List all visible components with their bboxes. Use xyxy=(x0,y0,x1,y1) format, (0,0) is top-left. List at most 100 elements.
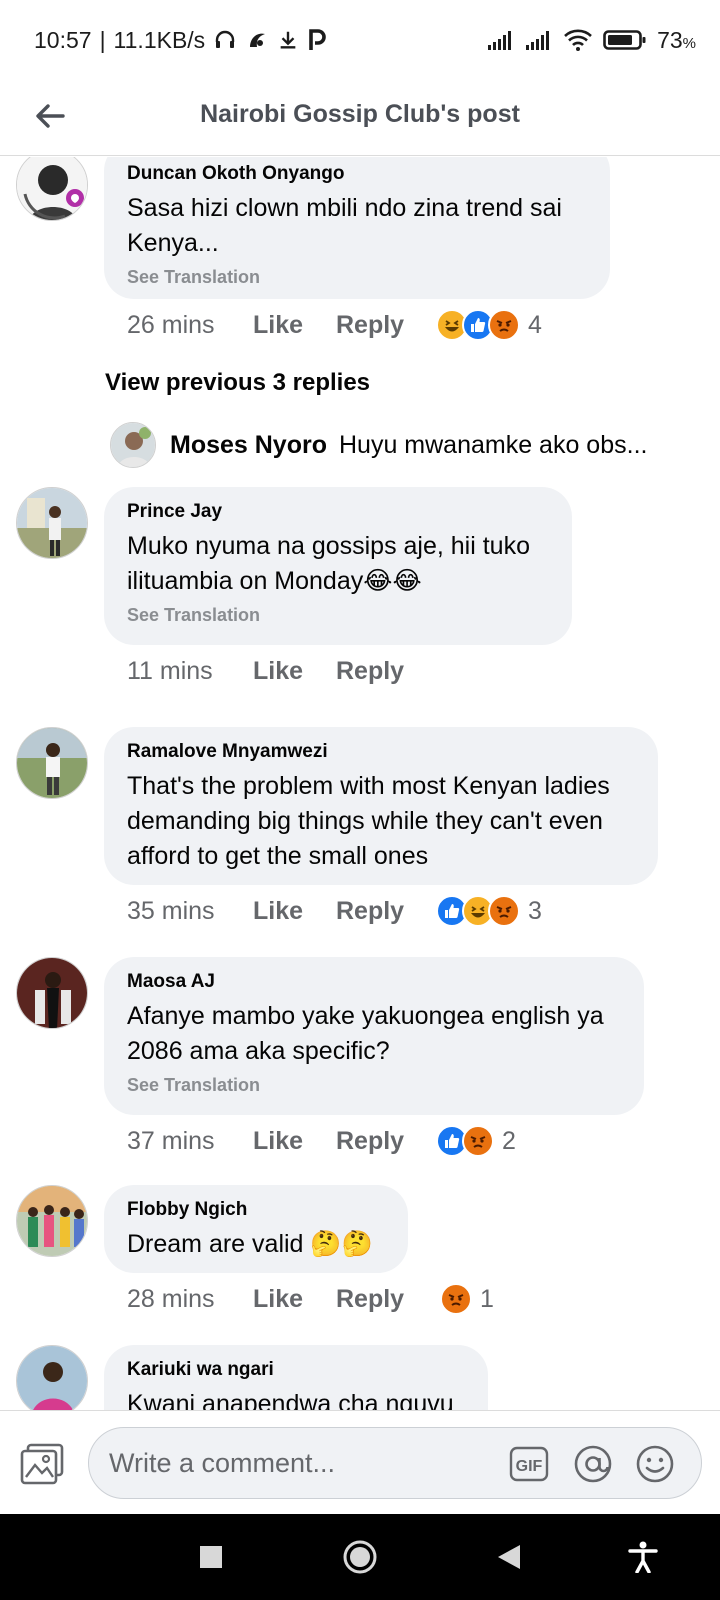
like-button[interactable]: Like xyxy=(253,1127,336,1156)
comment-time: 11 mins xyxy=(127,657,213,685)
angry-reaction-icon xyxy=(488,309,520,341)
reply-button[interactable]: Reply xyxy=(336,657,426,686)
status-time: 10:57 xyxy=(34,26,92,53)
comment-text: Kwani anapendwa cha nguvu xyxy=(127,1390,454,1410)
battery-icon xyxy=(603,29,647,51)
avatar[interactable] xyxy=(110,422,156,468)
comment-text: Sasa hizi clown mbili ndo zina trend sai… xyxy=(127,194,562,257)
comment-time: 28 mins xyxy=(127,1284,215,1313)
avatar[interactable] xyxy=(16,957,88,1029)
comment-author[interactable]: Kariuki wa ngari xyxy=(127,1359,466,1381)
photo-icon xyxy=(20,1443,64,1485)
comment-bubble[interactable]: Ramalove Mnyamwezi That's the problem wi… xyxy=(104,727,658,885)
angry-reaction-icon xyxy=(462,1125,494,1157)
back-nav-button[interactable] xyxy=(484,1532,534,1582)
wifi-icon xyxy=(563,28,593,52)
headphones-icon xyxy=(213,28,237,52)
smiley-icon xyxy=(636,1445,674,1483)
comments-list[interactable]: Duncan Okoth Onyango Sasa hizi clown mbi… xyxy=(0,157,720,1410)
download-icon xyxy=(277,29,299,51)
view-previous-replies-link[interactable]: View previous 3 replies xyxy=(105,369,370,397)
reactions-summary[interactable] xyxy=(436,1125,494,1157)
like-button[interactable]: Like xyxy=(253,311,336,340)
comment-meta: 28 mins Like Reply 1 xyxy=(127,1283,494,1315)
post-header: Nairobi Gossip Club's post xyxy=(0,80,720,156)
avatar[interactable] xyxy=(16,157,88,221)
avatar[interactable] xyxy=(16,727,88,799)
avatar[interactable] xyxy=(16,487,88,559)
square-icon xyxy=(200,1546,222,1568)
comment-text: Afanye mambo yake yakuongea english ya 2… xyxy=(127,1002,604,1065)
comment-bubble[interactable]: Kariuki wa ngari Kwani anapendwa cha ngu… xyxy=(104,1345,488,1410)
status-speed: 11.1KB/s xyxy=(113,26,206,53)
accessibility-icon xyxy=(628,1541,658,1573)
comment-meta: 35 mins Like Reply 3 xyxy=(127,895,542,927)
battery-level: 73% xyxy=(657,26,696,53)
comment-box: GIF xyxy=(88,1427,702,1499)
angry-reaction-icon xyxy=(488,895,520,927)
home-button[interactable] xyxy=(335,1532,385,1582)
reply-preview[interactable]: Moses Nyoro Huyu mwanamke ako obs... xyxy=(110,422,710,468)
angry-reaction-icon xyxy=(440,1283,472,1315)
reaction-count[interactable]: 2 xyxy=(502,1127,516,1156)
gif-button[interactable]: GIF xyxy=(509,1444,549,1484)
comment-text: Muko nyuma na gossips aje, hii tuko ilit… xyxy=(127,532,530,595)
comment-time: 26 mins xyxy=(127,310,215,339)
comment-author[interactable]: Maosa AJ xyxy=(127,971,622,993)
comment-meta: 11 mins Like Reply xyxy=(127,657,426,686)
comment-bubble[interactable]: Prince Jay Muko nyuma na gossips aje, hi… xyxy=(104,487,572,645)
reply-button[interactable]: Reply xyxy=(336,1127,426,1156)
avatar[interactable] xyxy=(16,1185,88,1257)
signal-icon xyxy=(487,29,515,51)
comment-author[interactable]: Ramalove Mnyamwezi xyxy=(127,741,636,763)
status-right: 73% xyxy=(487,27,696,54)
comment-time: 37 mins xyxy=(127,1126,215,1155)
mention-button[interactable] xyxy=(573,1444,613,1484)
home-circle-icon xyxy=(343,1540,377,1574)
reactions-summary[interactable] xyxy=(436,895,520,927)
comment-bubble[interactable]: Maosa AJ Afanye mambo yake yakuongea eng… xyxy=(104,957,644,1115)
reactions-summary[interactable] xyxy=(436,309,520,341)
reaction-count[interactable]: 4 xyxy=(528,311,542,340)
comment-time: 35 mins xyxy=(127,896,215,925)
music-app-icon xyxy=(245,28,269,52)
emoji-button[interactable] xyxy=(635,1444,675,1484)
status-bar: 10:57 | 11.1KB/s 73% xyxy=(0,0,720,80)
comment-bubble[interactable]: Duncan Okoth Onyango Sasa hizi clown mbi… xyxy=(104,157,610,299)
see-translation-link[interactable]: See Translation xyxy=(127,605,550,626)
triangle-back-icon xyxy=(498,1545,520,1569)
status-left: 10:57 | 11.1KB/s xyxy=(34,27,327,54)
comment-author[interactable]: Flobby Ngich xyxy=(127,1199,386,1221)
see-translation-link[interactable]: See Translation xyxy=(127,267,588,288)
gif-icon: GIF xyxy=(509,1446,549,1482)
see-translation-link[interactable]: See Translation xyxy=(127,1075,622,1096)
comment-author[interactable]: Duncan Okoth Onyango xyxy=(127,163,588,185)
parking-app-icon xyxy=(307,29,327,51)
reply-text: Huyu mwanamke ako obs... xyxy=(338,430,648,459)
reaction-count[interactable]: 1 xyxy=(480,1285,494,1314)
like-button[interactable]: Like xyxy=(253,657,336,686)
reactions-summary[interactable] xyxy=(440,1283,472,1315)
reply-author[interactable]: Moses Nyoro xyxy=(170,431,327,460)
comment-composer: GIF xyxy=(0,1410,720,1514)
like-button[interactable]: Like xyxy=(253,897,336,926)
page-title: Nairobi Gossip Club's post xyxy=(200,100,520,128)
photo-button[interactable] xyxy=(20,1443,64,1485)
like-button[interactable]: Like xyxy=(253,1285,336,1314)
accessibility-button[interactable] xyxy=(618,1532,668,1582)
reaction-count[interactable]: 3 xyxy=(528,897,542,926)
comment-bubble[interactable]: Flobby Ngich Dream are valid 🤔🤔 xyxy=(104,1185,408,1273)
reply-button[interactable]: Reply xyxy=(336,897,426,926)
comment-author[interactable]: Prince Jay xyxy=(127,501,550,523)
status-separator: | xyxy=(99,26,106,53)
comment-text: That's the problem with most Kenyan ladi… xyxy=(127,772,610,870)
comment-input[interactable] xyxy=(109,1444,489,1482)
comment-meta: 37 mins Like Reply 2 xyxy=(127,1125,516,1157)
reply-button[interactable]: Reply xyxy=(336,311,426,340)
avatar[interactable] xyxy=(16,1345,88,1410)
comment-text: Dream are valid 🤔🤔 xyxy=(127,1230,373,1258)
recent-apps-button[interactable] xyxy=(186,1532,236,1582)
reply-button[interactable]: Reply xyxy=(336,1285,426,1314)
system-navigation-bar xyxy=(0,1514,720,1600)
svg-text:GIF: GIF xyxy=(516,1458,543,1475)
